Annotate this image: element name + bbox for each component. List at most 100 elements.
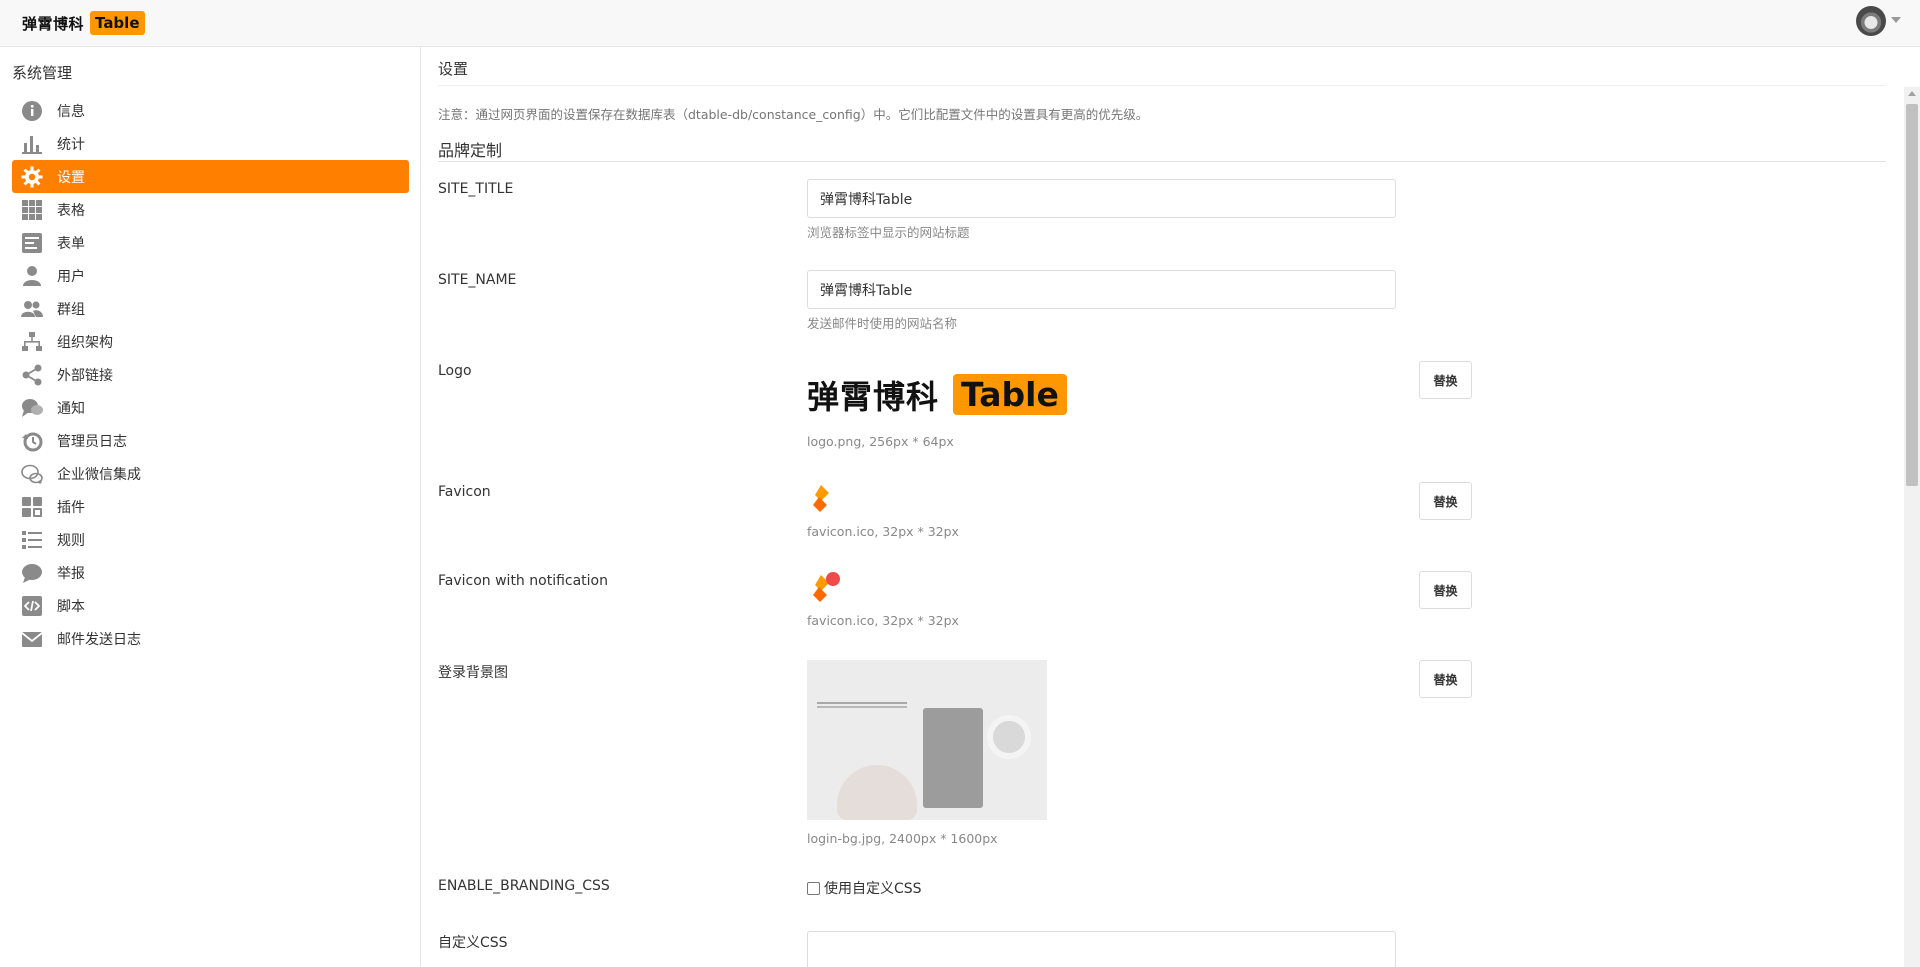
site-name-label: SITE_NAME [438, 272, 517, 288]
bg-notebook [923, 708, 983, 808]
logo-preview-text: 弹霄博科 [807, 377, 940, 416]
login-bg-preview [807, 660, 1047, 820]
site-name-value: 弹霄博科Table [820, 282, 913, 299]
bg-cup [987, 715, 1031, 759]
sidebar-item-label: 通知 [57, 400, 85, 417]
sidebar-item-label: 表单 [57, 235, 85, 252]
sidebar-item-label: 举报 [57, 565, 85, 582]
logo-preview: 弹霄博科 Table [807, 367, 1067, 422]
sidebar-item-notifications[interactable]: 通知 [12, 391, 409, 424]
notification-icon [20, 396, 44, 420]
sidebar-item-info[interactable]: 信息 [12, 94, 409, 127]
logo-label: Logo [438, 363, 472, 379]
share-icon [20, 363, 44, 387]
favicon-help: favicon.ico, 32px * 32px [807, 524, 959, 539]
replace-login-bg-button[interactable]: 替换 [1419, 660, 1472, 698]
favicon-notification-help: favicon.ico, 32px * 32px [807, 613, 959, 628]
sidebar-item-label: 脚本 [57, 598, 85, 615]
site-name-help: 发送邮件时使用的网站名称 [807, 316, 958, 331]
favicon-notification-preview-icon [809, 571, 843, 607]
replace-logo-button[interactable]: 替换 [1419, 361, 1472, 399]
site-title-label: SITE_TITLE [438, 181, 514, 197]
bar-chart-icon [20, 132, 44, 156]
admin-log-icon [20, 429, 44, 453]
sidebar-item-groups[interactable]: 群组 [12, 292, 409, 325]
gear-icon [20, 165, 44, 189]
info-icon [20, 99, 44, 123]
sidebar-item-reports[interactable]: 举报 [12, 556, 409, 589]
sidebar-item-label: 表格 [57, 202, 85, 219]
logo-preview-badge: Table [953, 374, 1067, 415]
scroll-up-arrow-icon[interactable] [1908, 91, 1916, 96]
sidebar-item-tables[interactable]: 表格 [12, 193, 409, 226]
sidebar-item-statistics[interactable]: 统计 [12, 127, 409, 160]
report-icon [20, 561, 44, 585]
favicon-label: Favicon [438, 484, 491, 500]
form-icon [20, 231, 44, 255]
sidebar-item-label: 设置 [57, 169, 85, 186]
sidebar-item-wechat[interactable]: 企业微信集成 [12, 457, 409, 490]
replace-favicon-notification-button[interactable]: 替换 [1419, 571, 1472, 609]
enable-branding-css-control[interactable]: 使用自定义CSS [807, 878, 922, 898]
top-header: 弹霄博科 Table [0, 0, 1920, 47]
replace-favicon-button[interactable]: 替换 [1419, 482, 1472, 520]
divider [438, 161, 1886, 162]
user-avatar[interactable] [1856, 6, 1886, 36]
group-icon [20, 297, 44, 321]
section-title: 品牌定制 [438, 141, 503, 160]
login-bg-label: 登录背景图 [438, 665, 508, 681]
sidebar-nav: 信息 统计 设置 表格 表单 用户 群组 组织架构 外部链接 通知 管理员日志 … [12, 94, 409, 655]
main-content: 设置 注意：通过网页界面的设置保存在数据库表（dtable-db/constan… [422, 47, 1900, 967]
logo-help: logo.png, 256px * 64px [807, 434, 954, 449]
chevron-down-icon[interactable] [1891, 17, 1901, 23]
custom-css-textarea[interactable] [807, 931, 1396, 967]
logo-text: 弹霄博科 [22, 14, 85, 33]
login-bg-help: login-bg.jpg, 2400px * 1600px [807, 831, 998, 846]
sidebar-item-label: 规则 [57, 532, 85, 549]
sidebar-item-users[interactable]: 用户 [12, 259, 409, 292]
sidebar-item-forms[interactable]: 表单 [12, 226, 409, 259]
sidebar-item-scripts[interactable]: 脚本 [12, 589, 409, 622]
favicon-preview-icon [809, 483, 835, 517]
bg-hand [837, 765, 917, 820]
site-title-input[interactable]: 弹霄博科Table [807, 179, 1396, 218]
page-title: 设置 [438, 60, 469, 78]
sidebar-item-label: 组织架构 [57, 334, 113, 351]
org-chart-icon [20, 330, 44, 354]
sidebar-item-external-links[interactable]: 外部链接 [12, 358, 409, 391]
sidebar-item-org[interactable]: 组织架构 [12, 325, 409, 358]
sidebar-item-label: 插件 [57, 499, 85, 516]
sidebar-item-label: 外部链接 [57, 367, 113, 384]
sidebar-item-admin-logs[interactable]: 管理员日志 [12, 424, 409, 457]
enable-branding-css-label: ENABLE_BRANDING_CSS [438, 878, 610, 894]
site-name-input[interactable]: 弹霄博科Table [807, 270, 1396, 309]
enable-branding-css-checkbox-label[interactable]: 使用自定义CSS [824, 878, 922, 898]
sidebar-item-plugins[interactable]: 插件 [12, 490, 409, 523]
divider [438, 85, 1886, 86]
user-icon [20, 264, 44, 288]
bg-pens [817, 702, 907, 708]
sidebar-item-rules[interactable]: 规则 [12, 523, 409, 556]
wechat-icon [20, 462, 44, 486]
sidebar-item-label: 邮件发送日志 [57, 631, 141, 648]
sidebar-item-email-logs[interactable]: 邮件发送日志 [12, 622, 409, 655]
custom-css-label: 自定义CSS [438, 935, 508, 951]
sidebar-item-settings[interactable]: 设置 [12, 160, 409, 193]
sidebar-item-label: 统计 [57, 136, 85, 153]
scrollbar-thumb[interactable] [1906, 104, 1918, 486]
mail-icon [20, 627, 44, 651]
plugin-icon [20, 495, 44, 519]
sidebar: 系统管理 信息 统计 设置 表格 表单 用户 群组 组织架构 外部链接 通知 管… [0, 47, 421, 967]
sidebar-item-label: 管理员日志 [57, 433, 127, 450]
site-title-value: 弹霄博科Table [820, 191, 913, 208]
enable-branding-css-checkbox[interactable] [807, 881, 820, 895]
script-icon [20, 594, 44, 618]
favicon-notification-label: Favicon with notification [438, 573, 608, 589]
grid-icon [20, 198, 44, 222]
site-title-help: 浏览器标签中显示的网站标题 [807, 225, 970, 240]
sidebar-title: 系统管理 [12, 64, 73, 82]
app-logo[interactable]: 弹霄博科 Table [22, 10, 145, 36]
settings-notice: 注意：通过网页界面的设置保存在数据库表（dtable-db/constance_… [438, 107, 1149, 122]
sidebar-item-label: 用户 [57, 268, 85, 285]
rules-icon [20, 528, 44, 552]
